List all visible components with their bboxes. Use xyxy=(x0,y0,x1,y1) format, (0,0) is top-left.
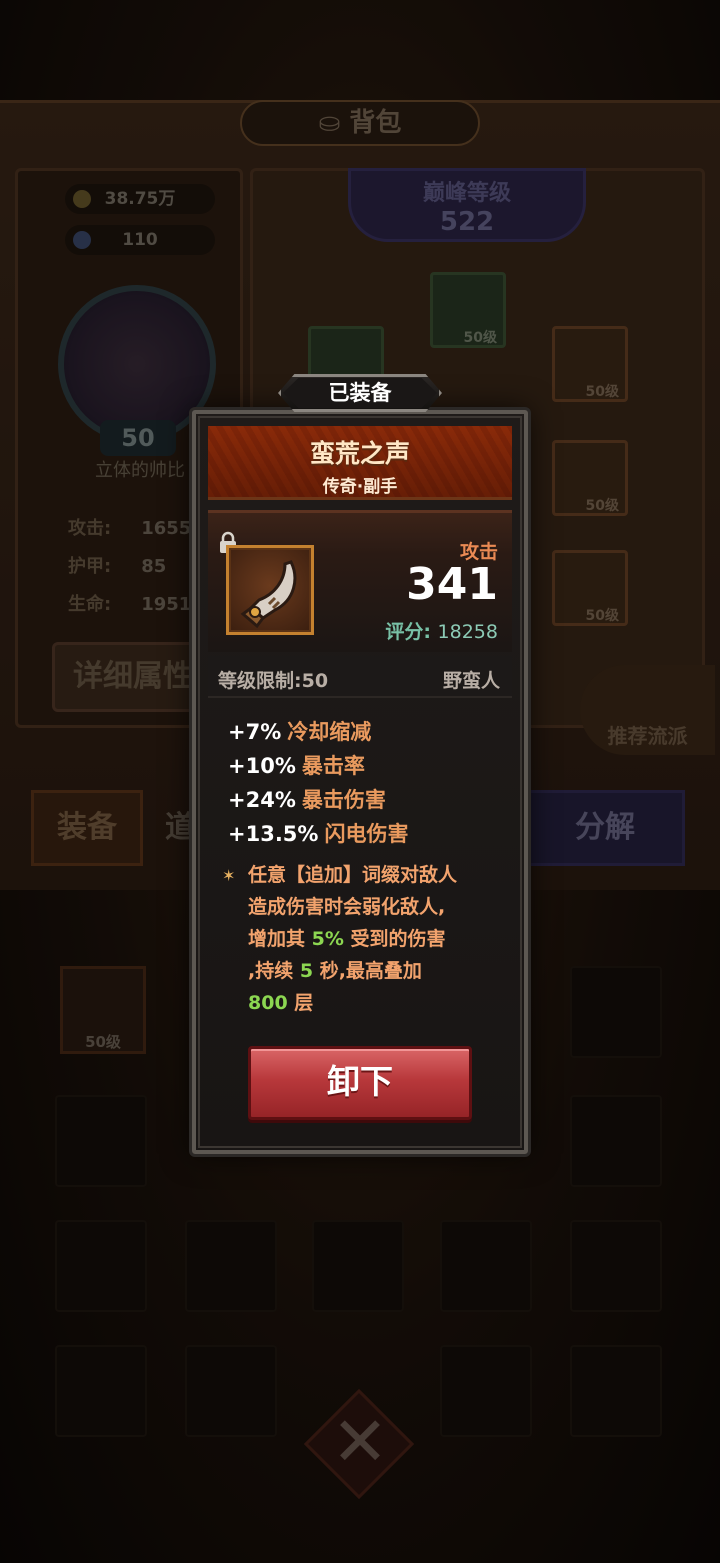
item-detail-popup: 蛮荒之声 传奇·副手 攻击 341 评分: 18258 等级限制:50 野蛮人 … xyxy=(192,410,528,1154)
item-name-banner: 蛮荒之声 传奇·副手 xyxy=(208,426,512,500)
horn-icon xyxy=(240,560,297,629)
item-stat-box: 攻击 341 评分: 18258 xyxy=(208,510,512,652)
level-requirement: 等级限制:50 xyxy=(218,670,329,692)
item-score: 评分: 18258 xyxy=(385,621,498,643)
legendary-effect-text: 任意【追加】词缀对敌人 造成伤害时会弱化敌人, 增加其 5% 受到的伤害 ,持续… xyxy=(248,864,458,1014)
affix-row: +7% 冷却缩减 xyxy=(228,720,372,744)
equipped-tag: 已装备 xyxy=(283,378,437,408)
star-icon: ✶ xyxy=(222,866,236,885)
affix-row: +24% 暴击伤害 xyxy=(228,788,386,812)
requirement-row: 等级限制:50 野蛮人 xyxy=(208,656,512,698)
affix-row: +10% 暴击率 xyxy=(228,754,365,778)
stat-value: 341 xyxy=(406,559,498,610)
item-name: 蛮荒之声 xyxy=(309,439,410,468)
class-requirement: 野蛮人 xyxy=(442,670,500,692)
unequip-button[interactable]: 卸下 xyxy=(248,1046,472,1120)
item-rarity-type: 传奇·副手 xyxy=(322,477,398,497)
affix-row: +13.5% 闪电伤害 xyxy=(228,822,409,846)
item-icon xyxy=(226,545,314,635)
